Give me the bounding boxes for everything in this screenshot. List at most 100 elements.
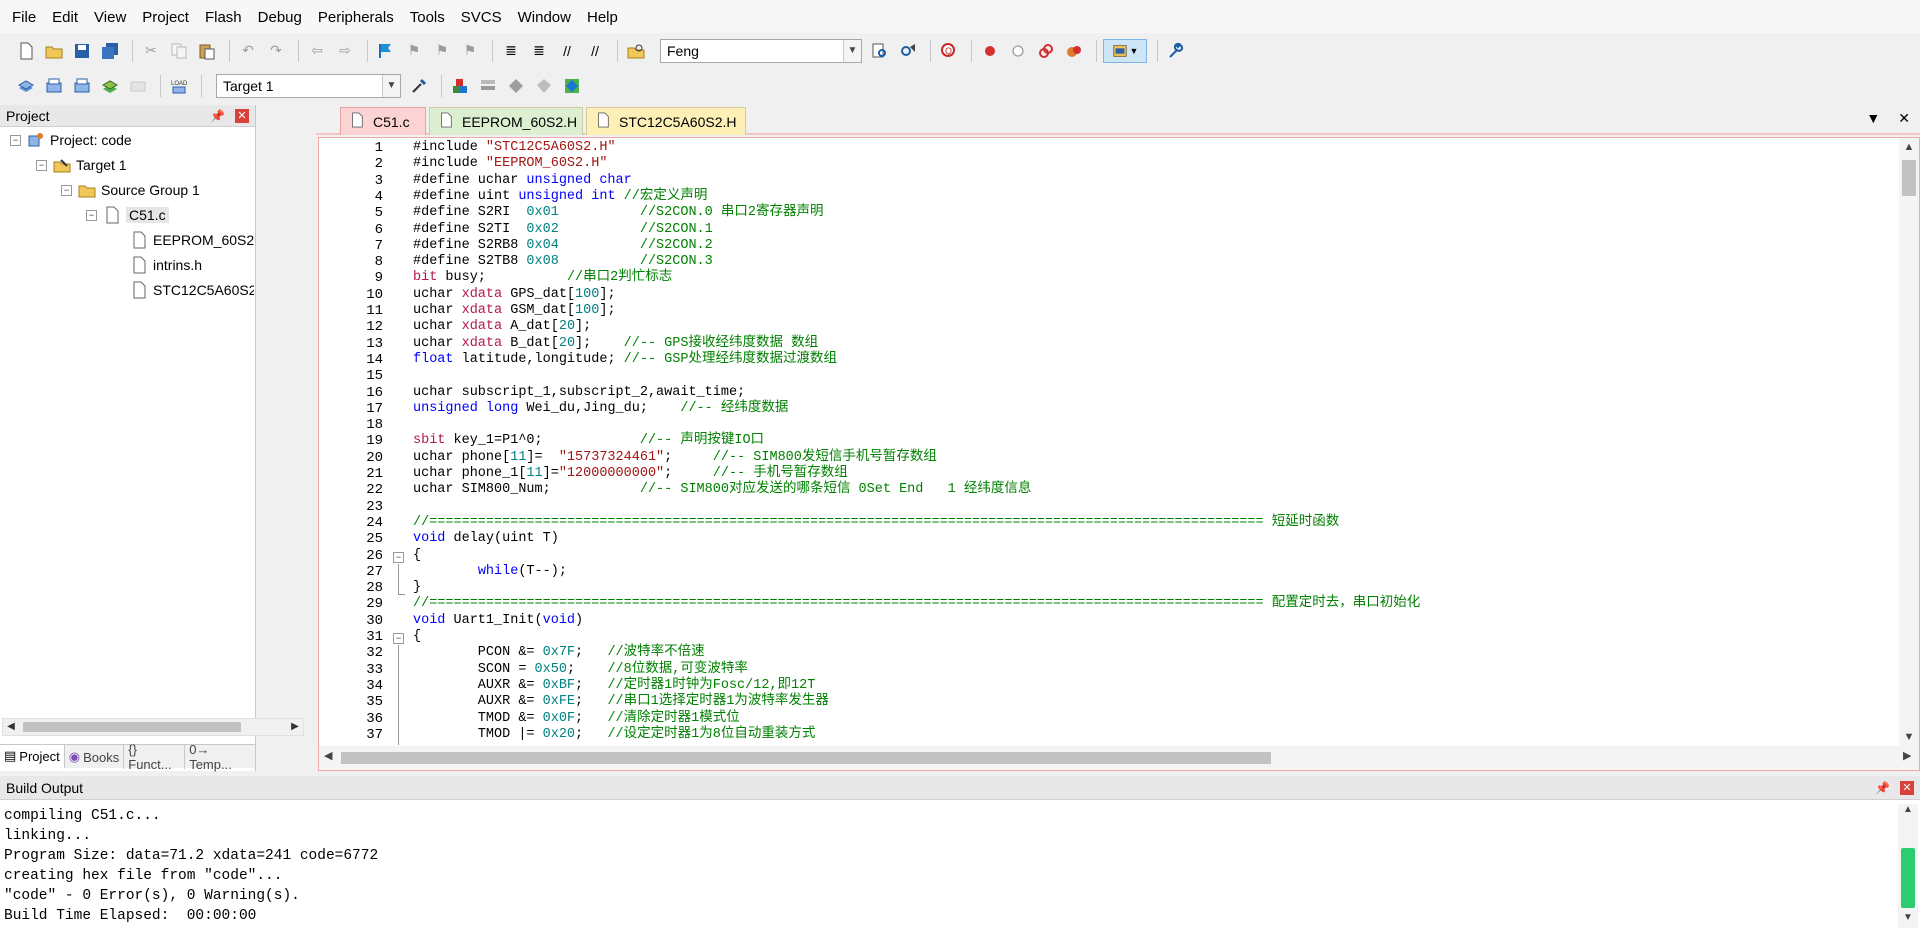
- clear-bookmarks-icon[interactable]: ⚑: [458, 39, 482, 63]
- tree-item-header-file[interactable]: intrins.h: [130, 254, 202, 276]
- scroll-right-icon[interactable]: ▶: [1903, 749, 1911, 762]
- next-bookmark-icon[interactable]: ⚑: [430, 39, 454, 63]
- redo-icon[interactable]: ↷: [264, 39, 288, 63]
- open-folder-icon[interactable]: [42, 39, 66, 63]
- navigate-back-icon[interactable]: ⇦: [305, 39, 329, 63]
- tab-c51-c[interactable]: C51.c: [340, 107, 426, 135]
- debug-session-icon[interactable]: Q: [937, 39, 961, 63]
- manage-components-icon[interactable]: [448, 74, 472, 98]
- close-icon[interactable]: ✕: [1900, 780, 1914, 795]
- scroll-down-icon[interactable]: ▼: [1898, 912, 1918, 928]
- collapse-icon[interactable]: −: [61, 184, 72, 196]
- configure-icon[interactable]: [1164, 39, 1188, 63]
- pack-installer-icon[interactable]: [532, 74, 556, 98]
- code-horizontal-scrollbar[interactable]: ◀ ▶: [319, 746, 1919, 770]
- collapse-icon[interactable]: −: [10, 134, 21, 146]
- tree-item-header-file[interactable]: STC12C5A60S2.H: [130, 279, 254, 301]
- run-time-environment-icon[interactable]: [560, 74, 584, 98]
- menu-window[interactable]: Window: [510, 4, 579, 32]
- close-icon[interactable]: ✕: [235, 108, 249, 123]
- menu-svcs[interactable]: SVCS: [453, 4, 510, 32]
- navigate-forward-icon[interactable]: ⇨: [333, 39, 357, 63]
- menu-help[interactable]: Help: [579, 4, 626, 32]
- menu-edit[interactable]: Edit: [44, 4, 86, 32]
- fold-toggle-icon[interactable]: −: [393, 633, 404, 644]
- tab-list-icon[interactable]: ▼: [1866, 110, 1880, 127]
- tree-item-project[interactable]: − Project: code: [10, 129, 132, 151]
- find-combo[interactable]: Feng ▼: [660, 38, 862, 63]
- collapse-icon[interactable]: −: [36, 159, 47, 171]
- select-software-packs-icon[interactable]: [504, 74, 528, 98]
- tab-templates[interactable]: 0→ Temp...: [185, 742, 256, 772]
- comment-icon[interactable]: //: [555, 39, 579, 63]
- build-output-text[interactable]: compiling C51.c... linking... Program Si…: [4, 806, 1884, 928]
- tab-stc-h[interactable]: STC12C5A60S2.H: [586, 107, 746, 135]
- scroll-right-icon[interactable]: ▶: [287, 719, 303, 735]
- project-horizontal-scrollbar[interactable]: ◀ ▶: [2, 718, 304, 736]
- cut-icon[interactable]: ✂: [139, 39, 163, 63]
- translate-icon[interactable]: [14, 74, 38, 98]
- code-editor[interactable]: 1 2 3 4 5 6 7 8 9 10 11 12 13 14 15 16 17 18 19 20 21 22 23 24 2…: [318, 137, 1920, 771]
- code-text[interactable]: #include "STC12C5A60S2.H" #include "EEPRO…: [413, 138, 1893, 746]
- scroll-thumb[interactable]: [23, 722, 241, 732]
- build-icon[interactable]: [42, 74, 66, 98]
- download-icon[interactable]: LOAD: [167, 74, 191, 98]
- kill-all-breakpoints-icon[interactable]: [1062, 39, 1086, 63]
- paste-icon[interactable]: [195, 39, 219, 63]
- rebuild-icon[interactable]: [70, 74, 94, 98]
- disable-breakpoint-icon[interactable]: [1006, 39, 1030, 63]
- menu-flash[interactable]: Flash: [197, 4, 250, 32]
- insert-breakpoint-icon[interactable]: [978, 39, 1002, 63]
- chevron-down-icon[interactable]: ▼: [382, 74, 400, 97]
- batch-build-icon[interactable]: [98, 74, 122, 98]
- unindent-icon[interactable]: ≣: [527, 39, 551, 63]
- undo-icon[interactable]: ↶: [236, 39, 260, 63]
- stop-build-icon[interactable]: [126, 74, 150, 98]
- disable-all-breakpoints-icon[interactable]: [1034, 39, 1058, 63]
- scroll-thumb[interactable]: [1902, 160, 1916, 196]
- options-for-target-icon[interactable]: [407, 74, 431, 98]
- scroll-up-icon[interactable]: ▲: [1898, 804, 1918, 820]
- code-vertical-scrollbar[interactable]: ▲ ▼: [1899, 138, 1919, 746]
- file-extensions-icon[interactable]: [476, 74, 500, 98]
- scroll-thumb[interactable]: [1901, 848, 1915, 908]
- uncomment-icon[interactable]: //: [583, 39, 607, 63]
- scroll-left-icon[interactable]: ◀: [3, 719, 19, 735]
- scroll-left-icon[interactable]: ◀: [324, 749, 332, 762]
- collapse-icon[interactable]: −: [86, 209, 97, 221]
- menu-file[interactable]: File: [4, 4, 44, 32]
- find-in-files-icon[interactable]: [624, 39, 648, 63]
- indent-icon[interactable]: ≣: [499, 39, 523, 63]
- chevron-down-icon[interactable]: ▼: [843, 39, 861, 62]
- menu-tools[interactable]: Tools: [402, 4, 453, 32]
- bookmark-icon[interactable]: [374, 39, 398, 63]
- target-select[interactable]: Target 1 ▼: [216, 73, 401, 98]
- menu-project[interactable]: Project: [134, 4, 197, 32]
- pin-icon[interactable]: 📌: [210, 109, 225, 123]
- new-file-icon[interactable]: [14, 39, 38, 63]
- close-tab-icon[interactable]: ✕: [1898, 110, 1910, 127]
- scroll-down-icon[interactable]: ▼: [1899, 728, 1919, 746]
- tab-project[interactable]: ▤ Project: [0, 745, 65, 769]
- tree-item-c51-file[interactable]: − C51.c: [86, 204, 169, 226]
- menu-debug[interactable]: Debug: [250, 4, 310, 32]
- incremental-find-icon[interactable]: [896, 39, 920, 63]
- pin-icon[interactable]: 📌: [1875, 781, 1890, 795]
- tree-item-header-file[interactable]: EEPROM_60S2.H: [130, 229, 254, 251]
- menu-peripherals[interactable]: Peripherals: [310, 4, 402, 32]
- tab-books[interactable]: ◉ Books: [65, 745, 125, 769]
- tree-item-source-group[interactable]: − Source Group 1: [61, 179, 200, 201]
- find-icon[interactable]: [868, 39, 892, 63]
- copy-icon[interactable]: [167, 39, 191, 63]
- prev-bookmark-icon[interactable]: ⚑: [402, 39, 426, 63]
- window-layout-icon[interactable]: ▼: [1103, 38, 1147, 63]
- scroll-up-icon[interactable]: ▲: [1899, 138, 1919, 156]
- scroll-thumb[interactable]: [341, 752, 1271, 764]
- fold-toggle-icon[interactable]: −: [393, 552, 404, 563]
- menu-view[interactable]: View: [86, 4, 134, 32]
- tab-eeprom-h[interactable]: EEPROM_60S2.H: [429, 107, 583, 135]
- tab-functions[interactable]: {} Funct...: [124, 742, 186, 772]
- tree-item-target[interactable]: − Target 1: [36, 154, 127, 176]
- save-all-icon[interactable]: [98, 39, 122, 63]
- build-vertical-scrollbar[interactable]: ▲ ▼: [1898, 804, 1918, 928]
